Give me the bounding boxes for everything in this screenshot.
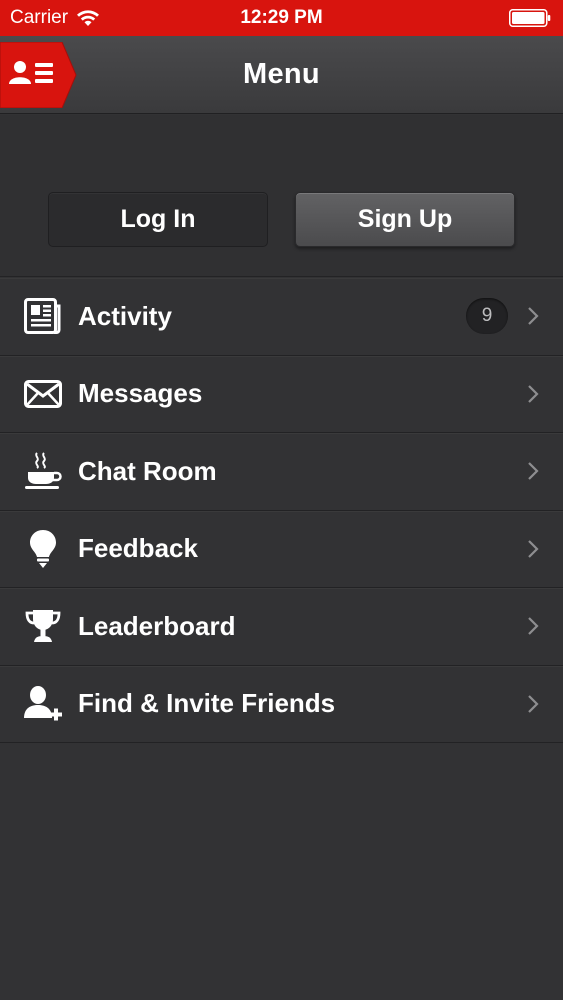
chevron-right-icon [528,617,539,636]
menu-item-label: Leaderboard [78,610,236,641]
menu-item-label: Feedback [78,533,198,564]
nav-bar: Menu [0,36,563,114]
battery-icon [509,9,551,27]
envelope-icon [23,374,63,414]
menu-item-label: Messages [78,378,203,409]
menu-item-leaderboard[interactable]: Leaderboard [0,588,563,666]
chevron-right-icon [528,307,539,326]
menu-item-label: Chat Room [78,455,217,486]
menu-item-activity[interactable]: Activity 9 [0,278,563,356]
status-left: Carrier [10,7,100,29]
login-button[interactable]: Log In [48,192,268,247]
profile-card-button[interactable] [0,42,78,108]
coffee-cup-icon [23,451,63,491]
menu-item-find-invite-friends[interactable]: Find & Invite Friends [0,666,563,743]
carrier-label: Carrier [10,7,69,28]
menu-item-chat-room[interactable]: Chat Room [0,433,563,511]
page-title: Menu [243,58,320,90]
chevron-right-icon [528,539,539,558]
signup-button[interactable]: Sign Up [295,192,515,247]
newspaper-icon [23,296,63,336]
add-user-icon [23,684,63,724]
menu-item-label: Find & Invite Friends [78,688,336,719]
chevron-right-icon [528,384,539,403]
trophy-icon [23,606,63,646]
activity-count-badge: 9 [466,298,508,335]
menu-item-label: Activity [78,300,172,331]
menu-item-messages[interactable]: Messages [0,356,563,433]
lightbulb-icon [23,529,63,569]
chevron-right-icon [528,462,539,481]
wifi-icon [77,10,100,26]
auth-area: Log In Sign Up [0,115,563,277]
chevron-right-icon [528,694,539,713]
menu-item-feedback[interactable]: Feedback [0,511,563,588]
status-bar: Carrier 12:29 PM [0,0,563,36]
menu-list: Activity 9 Messages Chat Room Feedback L… [0,278,563,743]
